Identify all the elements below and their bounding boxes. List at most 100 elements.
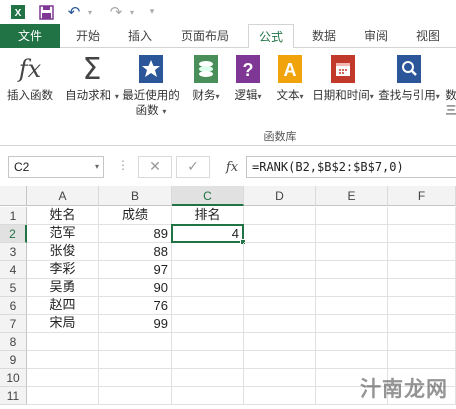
undo-icon[interactable]: ↶	[64, 3, 84, 21]
row-header-9[interactable]: 9	[0, 351, 27, 369]
cell-e5[interactable]	[316, 279, 388, 297]
cell-a11[interactable]	[27, 387, 99, 405]
tab-insert[interactable]: 插入	[120, 24, 160, 48]
cell-a3[interactable]: 张俊	[27, 243, 99, 261]
tab-view[interactable]: 视图	[408, 24, 448, 48]
cell-a6[interactable]: 赵四	[27, 297, 99, 315]
save-icon[interactable]	[36, 3, 56, 21]
row-header-5[interactable]: 5	[0, 279, 27, 297]
cell-d4[interactable]	[244, 261, 316, 279]
cell-b5[interactable]: 90	[99, 279, 172, 297]
tab-home[interactable]: 开始	[68, 24, 108, 48]
cell-d3[interactable]	[244, 243, 316, 261]
cell-c4[interactable]	[172, 261, 244, 279]
cell-b4[interactable]: 97	[99, 261, 172, 279]
cell-b10[interactable]	[99, 369, 172, 387]
logical-button[interactable]: ? 逻辑▾	[230, 52, 266, 104]
cell-f4[interactable]	[388, 261, 456, 279]
cell-e8[interactable]	[316, 333, 388, 351]
column-header-c[interactable]: C	[172, 186, 244, 206]
financial-button[interactable]: 财务▾	[188, 52, 224, 104]
lookup-reference-button[interactable]: 查找与引用▾	[376, 52, 442, 104]
cell-c2[interactable]: 4	[171, 224, 244, 243]
cell-c9[interactable]	[172, 351, 244, 369]
row-header-1[interactable]: 1	[0, 207, 27, 225]
cell-a4[interactable]: 李彩	[27, 261, 99, 279]
undo-dropdown-icon[interactable]: ▾	[84, 3, 96, 21]
insert-function-button[interactable]: fx 插入函数	[4, 52, 56, 103]
cell-d6[interactable]	[244, 297, 316, 315]
insert-function-fx-icon[interactable]: fx	[218, 156, 246, 178]
cell-d5[interactable]	[244, 279, 316, 297]
cell-d10[interactable]	[244, 369, 316, 387]
tab-review[interactable]: 审阅	[356, 24, 396, 48]
cell-c11[interactable]	[172, 387, 244, 405]
customize-toolbar-icon[interactable]: ▾	[146, 3, 158, 21]
enter-button[interactable]: ✓	[176, 156, 210, 178]
row-header-4[interactable]: 4	[0, 261, 27, 279]
cell-a10[interactable]	[27, 369, 99, 387]
tab-file[interactable]: 文件	[0, 24, 60, 48]
column-header-d[interactable]: D	[244, 186, 316, 206]
cell-f1[interactable]	[388, 207, 456, 225]
cell-d2[interactable]	[244, 225, 316, 243]
chevron-down-icon[interactable]: ▾	[95, 157, 99, 177]
recently-used-button[interactable]: 最近使用的 函数 ▾	[120, 52, 182, 119]
cell-b6[interactable]: 76	[99, 297, 172, 315]
column-header-a[interactable]: A	[27, 186, 99, 206]
cell-e1[interactable]	[316, 207, 388, 225]
cell-d9[interactable]	[244, 351, 316, 369]
cell-b8[interactable]	[99, 333, 172, 351]
redo-icon[interactable]: ↷	[106, 3, 126, 21]
cell-c10[interactable]	[172, 369, 244, 387]
cell-d7[interactable]	[244, 315, 316, 333]
tab-data[interactable]: 数据	[304, 24, 344, 48]
cell-d1[interactable]	[244, 207, 316, 225]
row-header-11[interactable]: 11	[0, 387, 27, 405]
cell-f2[interactable]	[388, 225, 456, 243]
cell-a1[interactable]: 姓名	[27, 207, 99, 225]
cell-f3[interactable]	[388, 243, 456, 261]
cell-d8[interactable]	[244, 333, 316, 351]
cell-f6[interactable]	[388, 297, 456, 315]
cell-e3[interactable]	[316, 243, 388, 261]
cell-a5[interactable]: 吴勇	[27, 279, 99, 297]
text-button[interactable]: A 文本▾	[272, 52, 308, 104]
cell-c5[interactable]	[172, 279, 244, 297]
cell-b3[interactable]: 88	[99, 243, 172, 261]
select-all-corner[interactable]	[0, 186, 27, 206]
cell-f7[interactable]	[388, 315, 456, 333]
cell-b9[interactable]	[99, 351, 172, 369]
redo-dropdown-icon[interactable]: ▾	[126, 3, 138, 21]
cancel-button[interactable]: ✕	[138, 156, 172, 178]
column-header-b[interactable]: B	[99, 186, 172, 206]
formula-input[interactable]: =RANK(B2,$B$2:$B$7,0)	[246, 156, 456, 178]
cell-c6[interactable]	[172, 297, 244, 315]
cell-b2[interactable]: 89	[99, 225, 172, 243]
cell-f8[interactable]	[388, 333, 456, 351]
tab-formulas[interactable]: 公式	[248, 24, 294, 49]
cell-f9[interactable]	[388, 351, 456, 369]
cell-b11[interactable]	[99, 387, 172, 405]
row-header-8[interactable]: 8	[0, 333, 27, 351]
cell-e4[interactable]	[316, 261, 388, 279]
cell-d11[interactable]	[244, 387, 316, 405]
cell-e7[interactable]	[316, 315, 388, 333]
splitter-handle[interactable]: ⋮	[117, 158, 130, 172]
cell-a8[interactable]	[27, 333, 99, 351]
cell-e6[interactable]	[316, 297, 388, 315]
row-header-6[interactable]: 6	[0, 297, 27, 315]
cell-b7[interactable]: 99	[99, 315, 172, 333]
cell-c7[interactable]	[172, 315, 244, 333]
cell-e9[interactable]	[316, 351, 388, 369]
column-header-e[interactable]: E	[316, 186, 388, 206]
cell-e2[interactable]	[316, 225, 388, 243]
autosum-button[interactable]: Σ 自动求和 ▾	[65, 52, 119, 104]
more-functions-button[interactable]: 数 三	[446, 52, 456, 118]
cell-a9[interactable]	[27, 351, 99, 369]
cell-a7[interactable]: 宋局	[27, 315, 99, 333]
column-header-f[interactable]: F	[388, 186, 456, 206]
row-header-3[interactable]: 3	[0, 243, 27, 261]
name-box[interactable]: C2 ▾	[8, 156, 104, 178]
row-header-10[interactable]: 10	[0, 369, 27, 387]
